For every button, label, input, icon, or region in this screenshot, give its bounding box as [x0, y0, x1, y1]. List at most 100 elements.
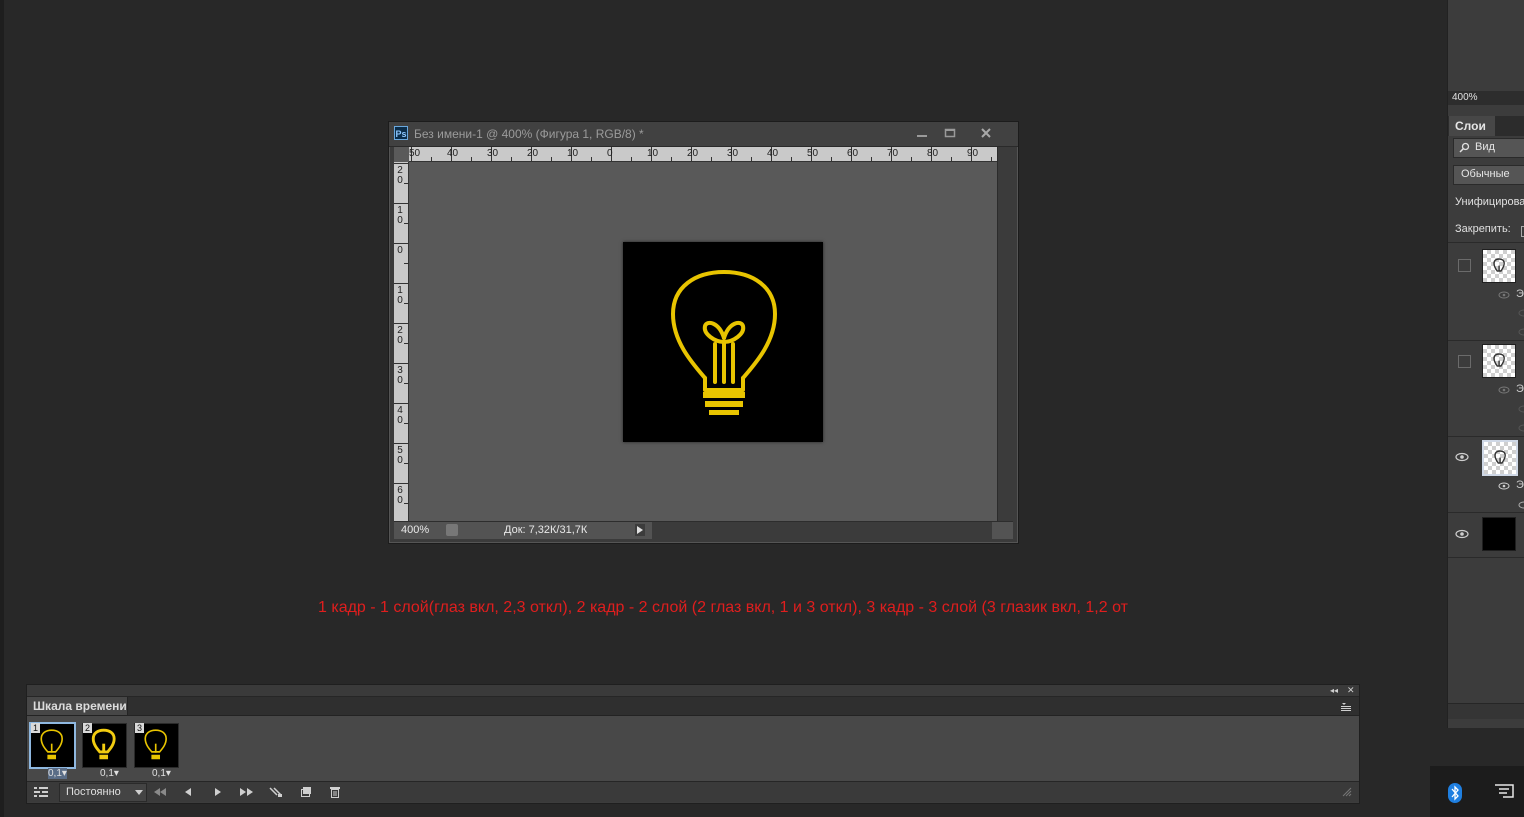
- layer-thumbnail[interactable]: [1482, 517, 1516, 551]
- resize-grip[interactable]: [1339, 784, 1355, 800]
- eye-icon[interactable]: [1518, 424, 1524, 432]
- frame-1[interactable]: 1 0,1▾: [28, 718, 78, 779]
- layers-footer: [1448, 703, 1524, 719]
- frame-3[interactable]: 3 0,1▾: [132, 718, 182, 779]
- tween-icon: [269, 787, 282, 797]
- document-info: Док: 7,32К/31,7К: [504, 524, 588, 536]
- eye-icon[interactable]: [1518, 405, 1524, 413]
- next-frame-button[interactable]: [235, 784, 259, 800]
- frame-number: 1: [31, 723, 41, 733]
- ruler-digit: 0: [397, 215, 403, 226]
- ruler-digit: 0: [397, 295, 403, 306]
- canvas-area[interactable]: [409, 162, 997, 521]
- frames-strip: 1 0,1▾ 2 0,1▾ 3 0,1▾: [27, 716, 1359, 781]
- system-tray: [1430, 766, 1524, 817]
- eye-icon[interactable]: [1518, 501, 1524, 509]
- first-frame-icon: [154, 788, 166, 796]
- vertical-ruler[interactable]: 20 10 0 10 20 30 40 50 60: [394, 162, 409, 521]
- ruler-label: 30: [487, 148, 499, 159]
- eye-icon[interactable]: [1498, 386, 1510, 394]
- search-icon: [1459, 142, 1470, 156]
- status-menu-button[interactable]: [635, 524, 645, 536]
- eye-icon[interactable]: [1455, 452, 1469, 462]
- layer-thumbnail[interactable]: [1482, 249, 1516, 283]
- zoom-level[interactable]: 400%: [401, 524, 429, 536]
- minimize-button[interactable]: [911, 125, 933, 141]
- status-bar: 400% Док: 7,32К/31,7К: [394, 521, 1013, 539]
- eye-icon[interactable]: [1455, 529, 1469, 539]
- eye-icon[interactable]: [1498, 482, 1510, 490]
- loop-select[interactable]: Постоянно: [59, 783, 147, 802]
- document-window[interactable]: Ps Без имени-1 @ 400% (Фигура 1, RGB/8) …: [388, 121, 1019, 544]
- ruler-label: 70: [887, 148, 899, 159]
- tab-layers[interactable]: Слои: [1449, 116, 1495, 136]
- delete-frame-button[interactable]: [324, 784, 346, 800]
- layer-row-selected[interactable]: Э: [1448, 437, 1524, 512]
- maximize-button[interactable]: [939, 125, 961, 141]
- ruler-label: 40: [767, 148, 779, 159]
- blend-mode-select[interactable]: Обычные: [1453, 165, 1524, 185]
- layer-row[interactable]: Э: [1448, 341, 1524, 436]
- frame-2[interactable]: 2 0,1▾: [80, 718, 130, 779]
- timeline-header: ◂◂ ✕: [27, 685, 1359, 697]
- lightbulb-icon: [1493, 353, 1505, 367]
- ruler-digit: 0: [397, 375, 403, 386]
- visibility-toggle[interactable]: [1458, 355, 1471, 368]
- bluetooth-icon[interactable]: [1448, 783, 1462, 803]
- visibility-toggle[interactable]: [1458, 259, 1471, 272]
- photoshop-icon: Ps: [394, 126, 408, 140]
- ruler-digit: 0: [397, 245, 403, 256]
- lightbulb-icon: [1494, 450, 1506, 464]
- document-title: Без имени-1 @ 400% (Фигура 1, RGB/8) *: [414, 127, 644, 141]
- notification-icon[interactable]: [1494, 782, 1514, 803]
- menu-icon: [1341, 703, 1351, 711]
- minimize-icon: [917, 135, 927, 137]
- eye-icon[interactable]: [1518, 328, 1524, 336]
- prev-frame-icon: [185, 788, 191, 796]
- duplicate-frame-button[interactable]: [295, 784, 317, 800]
- vertical-scrollbar[interactable]: [997, 147, 1014, 521]
- close-icon[interactable]: ✕: [1347, 685, 1355, 696]
- navigator-zoom-value[interactable]: 400%: [1452, 92, 1478, 103]
- horizontal-ruler[interactable]: 50 40 30 20 10 0 10 20 30 40 50 60 70 80…: [409, 147, 997, 162]
- document-titlebar[interactable]: Ps Без имени-1 @ 400% (Фигура 1, RGB/8) …: [389, 122, 1018, 147]
- layer-row[interactable]: Э: [1448, 243, 1524, 340]
- status-icon[interactable]: [446, 524, 458, 536]
- layer-filter-select[interactable]: Вид: [1453, 138, 1524, 158]
- loop-value: Постоянно: [66, 786, 121, 798]
- eye-icon[interactable]: [1518, 309, 1524, 317]
- tab-timeline[interactable]: Шкала времени: [27, 697, 128, 715]
- close-icon: [981, 128, 991, 138]
- prev-frame-button[interactable]: [177, 784, 199, 800]
- play-icon: [637, 526, 643, 534]
- ruler-label: 60: [396, 486, 404, 506]
- layer-thumbnail[interactable]: [1481, 439, 1519, 477]
- eye-icon[interactable]: [1498, 291, 1510, 299]
- ruler-origin[interactable]: [394, 147, 409, 162]
- panel-menu-button[interactable]: [1339, 700, 1353, 711]
- annotation-text: 1 кадр - 1 слой(глаз вкл, 2,3 откл), 2 к…: [318, 599, 1128, 616]
- first-frame-button[interactable]: [149, 784, 171, 800]
- frame-delay[interactable]: 0,1▾: [100, 768, 119, 779]
- layer-row-background[interactable]: [1448, 513, 1524, 557]
- frame-delay[interactable]: 0,1▾: [152, 768, 171, 779]
- navigator-zoom[interactable]: 400%: [1448, 91, 1524, 105]
- ruler-label: 10: [567, 148, 579, 159]
- layer-thumbnail[interactable]: [1482, 344, 1516, 378]
- frame-delay[interactable]: 0,1▾: [48, 768, 67, 779]
- collapse-icon[interactable]: ◂◂: [1330, 686, 1338, 695]
- horizontal-scrollbar[interactable]: [652, 522, 992, 539]
- ruler-digit: 0: [397, 335, 403, 346]
- ruler-label: 0: [607, 148, 613, 159]
- ruler-label: 0: [396, 246, 404, 256]
- ruler-digit: 0: [397, 495, 403, 506]
- frame-number: 2: [83, 723, 93, 733]
- ruler-label: 20: [396, 166, 404, 186]
- play-button[interactable]: [207, 784, 229, 800]
- tween-button[interactable]: [265, 784, 287, 800]
- close-button[interactable]: [975, 125, 997, 141]
- canvas-image[interactable]: [623, 242, 823, 442]
- play-icon: [215, 788, 221, 796]
- timeline-toolbar: Постоянно: [27, 781, 1359, 802]
- convert-timeline-button[interactable]: [31, 784, 51, 800]
